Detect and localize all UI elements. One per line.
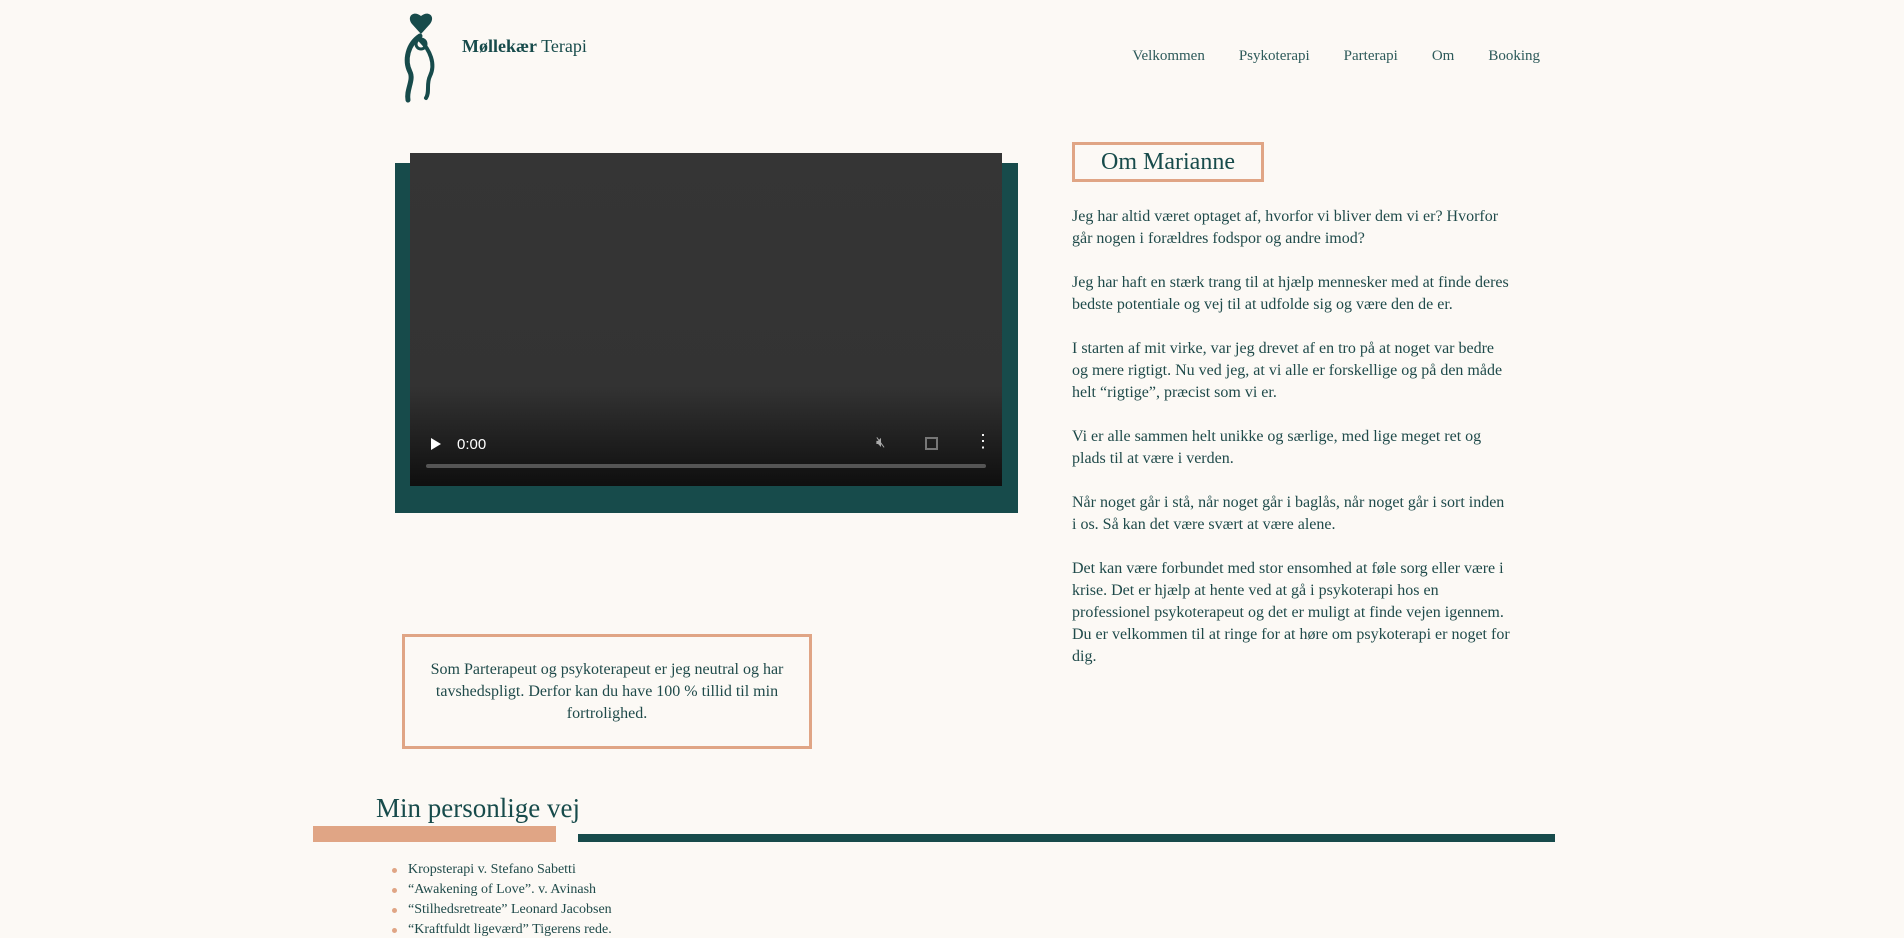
about-paragraph: Jeg har haft en stærk trang til at hjælp… <box>1072 274 1509 313</box>
logo-icon[interactable] <box>396 10 446 104</box>
nav-velkommen[interactable]: Velkommen <box>1132 48 1205 65</box>
nav-parterapi[interactable]: Parterapi <box>1344 48 1398 65</box>
nav-booking[interactable]: Booking <box>1488 48 1540 65</box>
confidentiality-text: Som Parterapeut og psykoterapeut er jeg … <box>430 660 784 722</box>
about-paragraph: Jeg har altid været optaget af, hvorfor … <box>1072 208 1499 247</box>
video-time: 0:00 <box>457 436 487 453</box>
about-paragraph: Vi er alle sammen helt unikke og særlige… <box>1072 428 1482 467</box>
journey-title: Min personlige vej <box>376 793 580 823</box>
confidentiality-note: Som Parterapeut og psykoterapeut er jeg … <box>402 634 812 749</box>
about-title: Om Marianne <box>1072 142 1264 182</box>
brand-bold: Møllekær <box>462 36 537 56</box>
list-item: “Stilhedsretreate” Leonard Jacobsen <box>392 900 612 920</box>
about-text: Jeg har altid været optaget af, hvorfor … <box>1072 206 1512 690</box>
about-title-text: Om Marianne <box>1101 148 1235 175</box>
nav-psykoterapi[interactable]: Psykoterapi <box>1239 48 1310 65</box>
list-item: “Awakening of Love”. v. Avinash <box>392 880 612 900</box>
list-item: Kropsterapi v. Stefano Sabetti <box>392 860 612 880</box>
decorative-bar-green <box>578 834 1555 842</box>
main-nav: Velkommen Psykoterapi Parterapi Om Booki… <box>1132 48 1540 65</box>
site-header: Møllekær Terapi Velkommen Psykoterapi Pa… <box>0 0 1904 110</box>
decorative-bar-orange <box>313 826 556 842</box>
volume-icon[interactable]: 🔇︎ <box>876 434 885 451</box>
brand-regular: Terapi <box>541 36 587 56</box>
nav-om[interactable]: Om <box>1432 48 1455 65</box>
more-options-icon[interactable]: ⋮ <box>974 432 992 450</box>
brand-name[interactable]: Møllekær Terapi <box>462 36 587 57</box>
video-progress-bar[interactable] <box>426 464 986 468</box>
journey-list: Kropsterapi v. Stefano Sabetti “Awakenin… <box>392 860 612 938</box>
list-item: “Kraftfuldt ligeværd” Tigerens rede. <box>392 920 612 938</box>
about-paragraph: Det kan være forbundet med stor ensomhed… <box>1072 560 1510 665</box>
play-icon[interactable] <box>431 438 441 450</box>
video-player[interactable]: 0:00 🔇︎ ⋮ <box>410 153 1002 486</box>
about-paragraph: Når noget går i stå, når noget går i bag… <box>1072 494 1505 533</box>
video-controls: 0:00 🔇︎ ⋮ <box>410 416 1002 486</box>
fullscreen-icon[interactable] <box>925 437 938 450</box>
about-paragraph: I starten af mit virke, var jeg drevet a… <box>1072 340 1503 401</box>
